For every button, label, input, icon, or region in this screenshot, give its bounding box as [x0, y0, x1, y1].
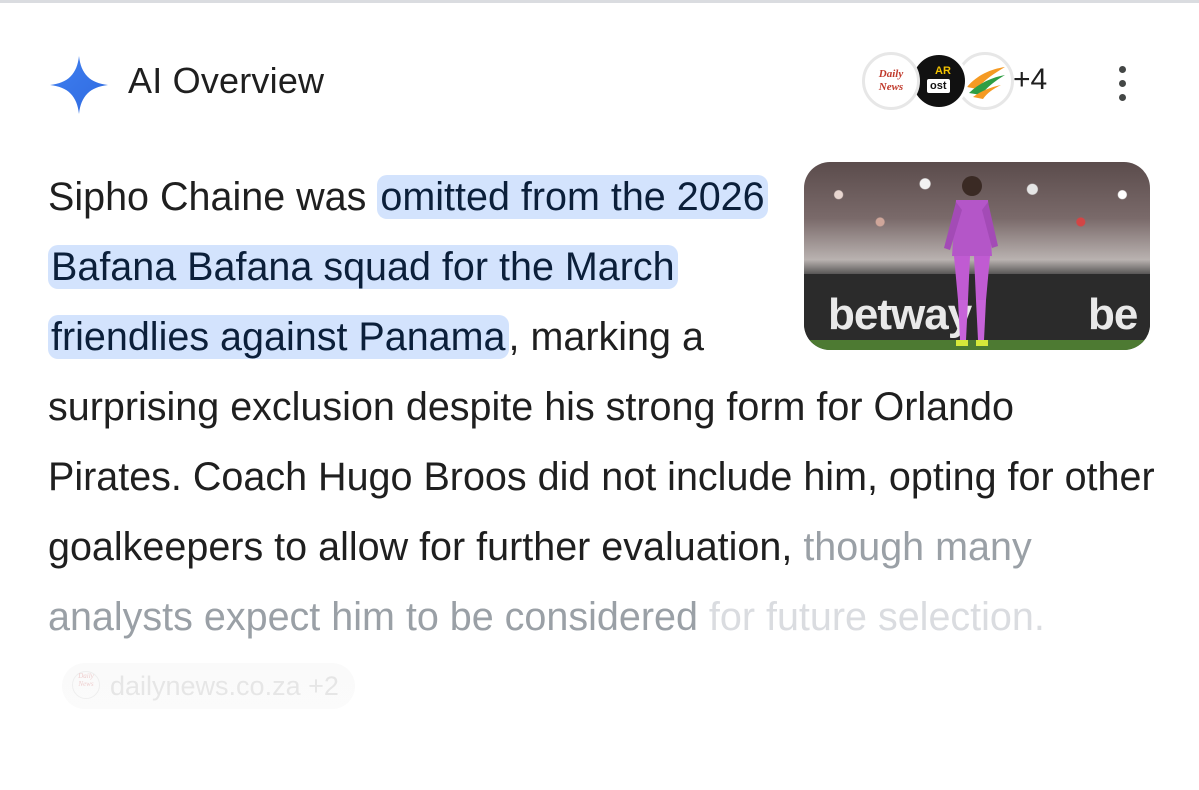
- daily-news-logo-icon[interactable]: Daily News: [862, 52, 920, 110]
- more-vert-icon[interactable]: [1116, 64, 1128, 102]
- gemini-sparkle-icon: [50, 56, 108, 114]
- citation-extra-count: +2: [308, 670, 339, 701]
- citation-site: dailynews.co.za: [110, 670, 301, 701]
- more-sources-count[interactable]: +4: [1013, 63, 1047, 97]
- ai-overview-title: AI Overview: [128, 60, 325, 101]
- player-thumbnail[interactable]: betway be: [804, 162, 1150, 350]
- ai-overview-header: AI Overview Daily News AR ost +4: [48, 48, 1158, 116]
- top-divider: [0, 0, 1199, 3]
- overview-text: betway be Sipho Chaine was omitted from …: [48, 162, 1158, 722]
- overview-faded-text-end: for future selection.: [708, 595, 1045, 639]
- citation-chip[interactable]: Daily News dailynews.co.za +2: [62, 662, 355, 709]
- overview-lead: Sipho Chaine was: [48, 175, 378, 219]
- goalkeeper-figure: [944, 176, 998, 346]
- daily-news-logo-icon: Daily News: [72, 671, 100, 700]
